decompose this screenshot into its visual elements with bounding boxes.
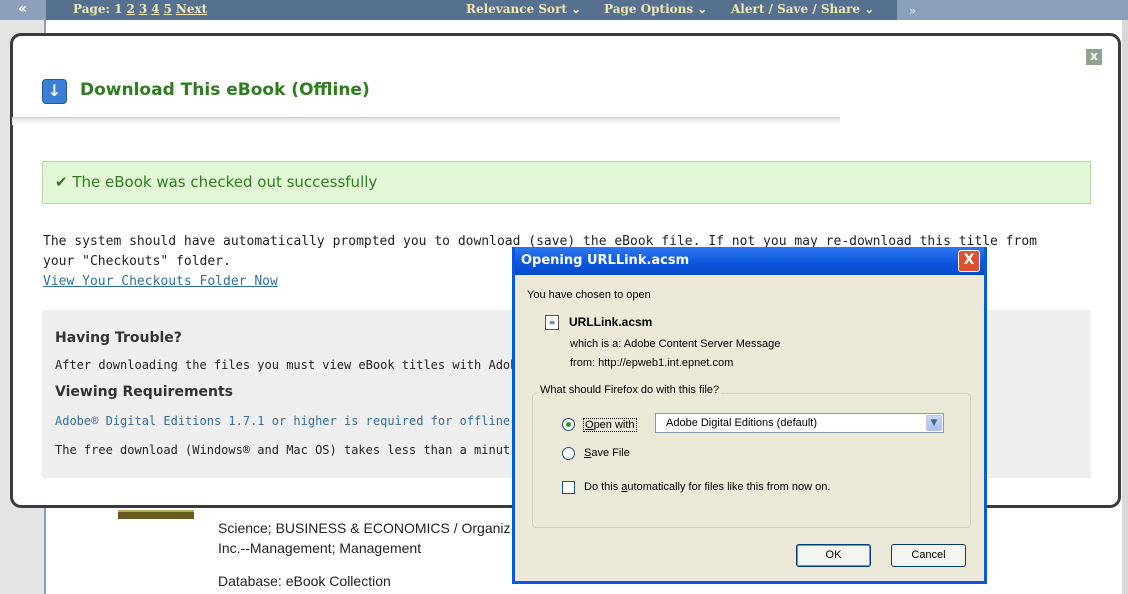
page-link-5[interactable]: 5	[164, 2, 172, 16]
relevance-sort-menu[interactable]: Relevance Sort ⌄	[466, 2, 581, 16]
instructions-line2: your "Checkouts" folder.	[43, 254, 231, 269]
chevron-down-icon[interactable]: ▼	[926, 415, 942, 431]
page-options-menu[interactable]: Page Options ⌄	[604, 2, 707, 16]
dialog-close-icon[interactable]: X	[958, 250, 980, 272]
page-link-2[interactable]: 2	[126, 2, 134, 16]
open-with-radio[interactable]	[562, 418, 575, 431]
adobe-digital-editions-link[interactable]: Adobe® Digital Editions 1.7.1 or higher …	[55, 414, 561, 428]
result-database: Database: eBook Collection	[218, 573, 391, 589]
dialog-intro: You have chosen to open	[527, 289, 651, 301]
title-divider	[12, 117, 840, 125]
trouble-heading: Having Trouble?	[55, 330, 182, 346]
trouble-text: After downloading the files you must vie…	[55, 358, 540, 372]
page-link-4[interactable]: 4	[151, 2, 159, 16]
auto-action-prefix: Do this	[584, 481, 622, 493]
modal-title: Download This eBook (Offline)	[80, 80, 370, 100]
ok-button[interactable]: OK	[796, 544, 871, 567]
application-select-value: Adobe Digital Editions (default)	[666, 417, 818, 429]
auto-action-label[interactable]: Do this automatically for files like thi…	[584, 481, 830, 493]
page-label: Page: 1	[73, 2, 123, 16]
success-message: ✔ The eBook was checked out successfully	[42, 161, 1091, 204]
book-cover-thumbnail[interactable]	[118, 510, 194, 519]
download-icon: ↓	[42, 79, 67, 104]
result-subjects-line1: Science; BUSINESS & ECONOMICS / Organiz	[218, 520, 511, 536]
save-file-label-rest: ave File	[591, 447, 630, 459]
open-with-label[interactable]: Open with	[583, 418, 637, 432]
pagination: Page: 1 2 3 4 5 Next	[73, 2, 207, 16]
auto-action-rest: utomatically for files like this from no…	[627, 481, 831, 493]
alert-save-share-menu[interactable]: Alert / Save / Share ⌄	[731, 2, 874, 16]
next-page-link[interactable]: Next	[176, 2, 207, 16]
action-group-label: What should Firefox do with this file?	[538, 384, 722, 396]
open-with-label-rest: pen with	[593, 419, 635, 431]
requirements-heading: Viewing Requirements	[55, 384, 234, 400]
view-checkouts-link[interactable]: View Your Checkouts Folder Now	[43, 274, 278, 289]
result-subjects-line2: Inc.--Management; Management	[218, 540, 422, 556]
open-with-accesskey: O	[585, 419, 594, 431]
dialog-title: Opening URLLink.acsm	[521, 253, 690, 268]
auto-action-checkbox[interactable]	[562, 481, 575, 494]
radio-selected-dot	[566, 422, 571, 427]
collapse-left-icon[interactable]: «	[0, 0, 46, 20]
file-name: URLLink.acsm	[569, 315, 653, 329]
file-icon: ≡	[545, 315, 559, 330]
save-file-radio[interactable]	[562, 447, 575, 460]
file-source: from: http://epweb1.int.epnet.com	[570, 357, 734, 369]
expand-right-icon[interactable]: »	[897, 0, 1128, 20]
file-open-dialog: Opening URLLink.acsm X You have chosen t…	[512, 247, 987, 584]
free-download-text: The free download (Windows® and Mac OS) …	[55, 443, 511, 457]
right-panel	[1122, 20, 1128, 594]
page-link-3[interactable]: 3	[139, 2, 147, 16]
save-file-label[interactable]: Save File	[584, 447, 630, 459]
application-select[interactable]: Adobe Digital Editions (default) ▼	[655, 413, 944, 433]
cancel-button[interactable]: Cancel	[891, 544, 966, 567]
modal-close-icon[interactable]: x	[1086, 49, 1102, 65]
file-type: which is a: Adobe Content Server Message	[570, 338, 781, 350]
